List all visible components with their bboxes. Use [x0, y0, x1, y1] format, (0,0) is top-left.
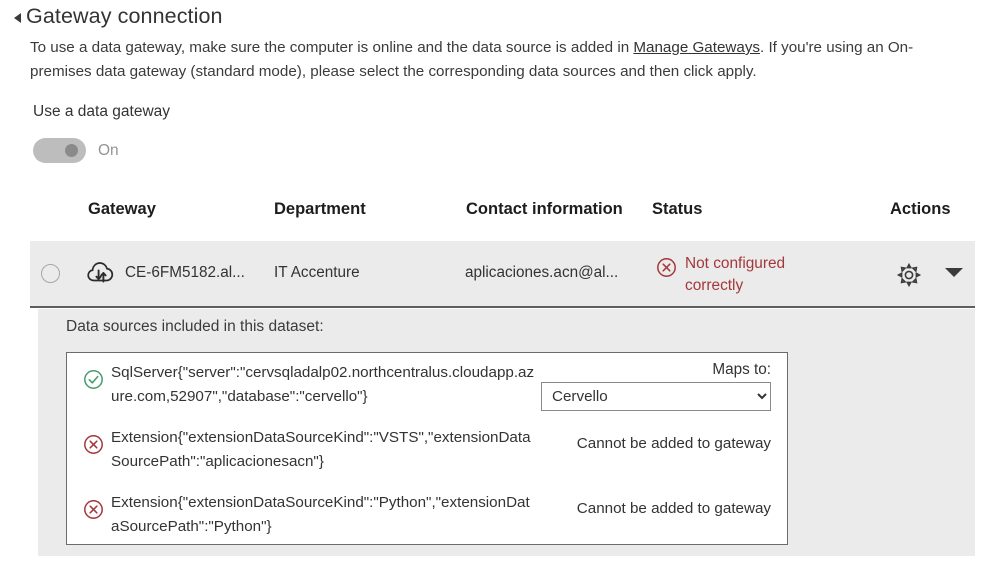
list-item: Extension{"extensionDataSourceKind":"Pyt… [67, 483, 787, 547]
use-data-gateway-toggle[interactable] [33, 138, 86, 163]
data-sources-list: SqlServer{"server":"cervsqladalp02.north… [66, 352, 788, 545]
column-header-department: Department [274, 200, 366, 218]
column-header-contact-information: Contact information [466, 200, 623, 218]
toggle-knob [65, 144, 78, 157]
section-description: To use a data gateway, make sure the com… [30, 36, 970, 84]
column-header-gateway: Gateway [88, 200, 156, 218]
data-sources-heading: Data sources included in this dataset: [66, 318, 324, 335]
cell-department: IT Accenture [274, 264, 360, 281]
cell-gateway-name: CE-6FM5182.al... [125, 264, 245, 281]
chevron-down-icon[interactable] [945, 268, 963, 277]
error-x-circle-icon [83, 499, 105, 525]
table-row[interactable]: CE-6FM5182.al... IT Accenture aplicacion… [30, 241, 975, 308]
use-data-gateway-toggle-row: On [33, 138, 119, 163]
error-x-circle-icon [83, 434, 105, 460]
gear-icon[interactable] [896, 262, 922, 293]
list-item: SqlServer{"server":"cervsqladalp02.north… [67, 353, 787, 417]
data-sources-panel: Data sources included in this dataset: S… [38, 309, 975, 556]
data-source-text: Extension{"extensionDataSourceKind":"Pyt… [111, 494, 530, 535]
cannot-be-added-message: Cannot be added to gateway [576, 435, 771, 452]
status-text: Not configured correctly [685, 255, 786, 294]
toggle-state-label: On [98, 141, 119, 159]
column-header-actions: Actions [890, 200, 951, 218]
data-source-action: Cannot be added to gateway [535, 491, 771, 521]
error-x-circle-icon [656, 257, 677, 283]
use-data-gateway-label: Use a data gateway [33, 103, 171, 120]
cell-contact-information: aplicaciones.acn@al... [465, 264, 619, 281]
data-source-action: Maps to: Cervello [535, 361, 771, 411]
success-check-circle-icon [83, 369, 105, 395]
data-source-text: SqlServer{"server":"cervsqladalp02.north… [111, 364, 535, 405]
description-text-before-link: To use a data gateway, make sure the com… [30, 39, 634, 56]
cloud-sync-icon [87, 260, 117, 286]
status-badge: Not configured correctly [656, 253, 796, 297]
data-source-text: Extension{"extensionDataSourceKind":"VST… [111, 429, 531, 470]
column-header-status: Status [652, 200, 703, 218]
gateway-select-radio[interactable] [41, 264, 60, 283]
list-item: Extension{"extensionDataSourceKind":"VST… [67, 418, 787, 482]
triangle-collapse-icon[interactable] [14, 13, 21, 23]
cannot-be-added-message: Cannot be added to gateway [576, 500, 771, 517]
maps-to-select[interactable]: Cervello [541, 382, 771, 411]
page-title: Gateway connection [26, 4, 223, 28]
manage-gateways-link[interactable]: Manage Gateways [633, 39, 760, 56]
section-header[interactable]: Gateway connection [14, 4, 223, 29]
maps-to-label: Maps to: [712, 361, 771, 378]
data-source-action: Cannot be added to gateway [535, 426, 771, 456]
gateway-table-header: Gateway Department Contact information S… [0, 200, 999, 230]
